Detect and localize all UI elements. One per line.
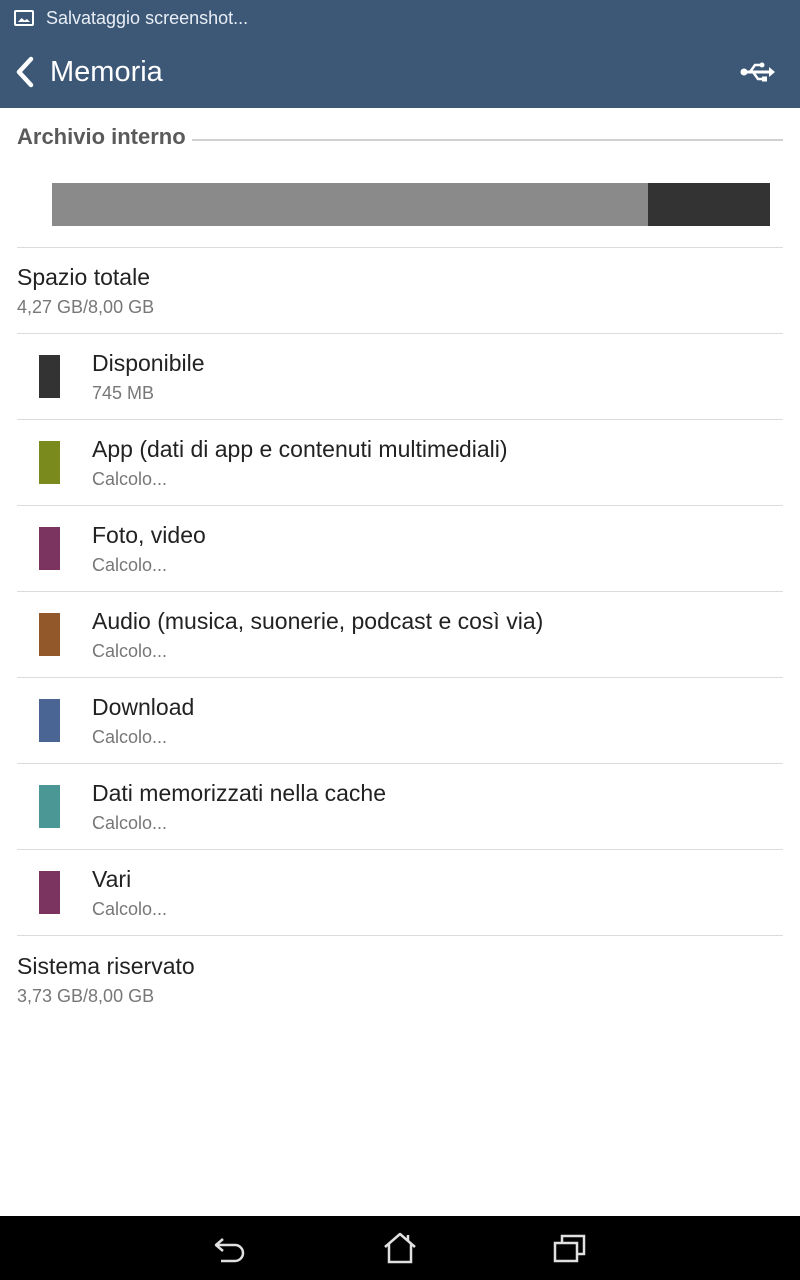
nav-back-button[interactable]: [205, 1226, 255, 1270]
color-swatch: [39, 785, 60, 828]
page-title: Memoria: [50, 55, 163, 88]
back-arrow-icon: [214, 1238, 245, 1263]
category-title: Download: [92, 694, 195, 720]
action-bar: Memoria: [0, 36, 800, 108]
category-value: Calcolo...: [92, 641, 168, 661]
category-value: Calcolo...: [92, 469, 168, 489]
category-misc[interactable]: Vari Calcolo...: [0, 850, 800, 936]
divider: [17, 935, 783, 936]
section-header: Archivio interno: [17, 122, 783, 152]
usb-icon: [740, 62, 775, 82]
storage-content: Archivio interno Spazio totale 4,27 GB/8…: [0, 108, 800, 1216]
category-value: Calcolo...: [92, 899, 168, 919]
nav-recents-button[interactable]: [545, 1226, 595, 1270]
category-title: Disponibile: [92, 350, 205, 376]
section-rule: [191, 139, 783, 141]
total-space-title: Spazio totale: [17, 264, 150, 290]
navigation-bar: [0, 1216, 800, 1280]
category-value: 745 MB: [92, 383, 155, 403]
color-swatch: [39, 527, 60, 570]
system-reserved-value: 3,73 GB/8,00 GB: [17, 986, 155, 1006]
total-space-value: 4,27 GB/8,00 GB: [17, 297, 155, 317]
category-cache[interactable]: Dati memorizzati nella cache Calcolo...: [0, 764, 800, 850]
color-swatch: [39, 441, 60, 484]
color-swatch: [39, 613, 60, 656]
category-title: Audio (musica, suonerie, podcast e così …: [92, 608, 544, 634]
color-swatch: [39, 355, 60, 398]
storage-free-segment: [647, 183, 770, 226]
category-title: App (dati di app e contenuti multimedial…: [92, 436, 508, 462]
home-icon: [384, 1232, 416, 1264]
back-button[interactable]: [0, 36, 46, 108]
storage-usage-bar: [52, 183, 770, 226]
category-value: Calcolo...: [92, 555, 168, 575]
screenshot-image-icon: [14, 10, 34, 26]
color-swatch: [39, 699, 60, 742]
category-downloads[interactable]: Download Calcolo...: [0, 678, 800, 764]
system-reserved-item[interactable]: Sistema riservato 3,73 GB/8,00 GB: [17, 953, 783, 1007]
category-apps[interactable]: App (dati di app e contenuti multimedial…: [0, 420, 800, 506]
category-title: Dati memorizzati nella cache: [92, 780, 387, 806]
notification-text: Salvataggio screenshot...: [46, 7, 249, 28]
nav-home-button[interactable]: [375, 1226, 425, 1270]
category-value: Calcolo...: [92, 727, 168, 747]
chevron-left-icon: [16, 56, 34, 88]
category-value: Calcolo...: [92, 813, 168, 833]
divider: [17, 247, 783, 248]
system-reserved-title: Sistema riservato: [17, 953, 195, 979]
usb-button[interactable]: [738, 54, 778, 90]
status-bar: Salvataggio screenshot...: [0, 0, 800, 36]
recent-apps-icon: [553, 1234, 586, 1263]
category-audio[interactable]: Audio (musica, suonerie, podcast e così …: [0, 592, 800, 678]
category-photos-videos[interactable]: Foto, video Calcolo...: [0, 506, 800, 592]
category-available[interactable]: Disponibile 745 MB: [0, 334, 800, 420]
category-title: Vari: [92, 866, 132, 892]
category-title: Foto, video: [92, 522, 206, 548]
section-title: Archivio interno: [17, 124, 186, 149]
color-swatch: [39, 871, 60, 914]
total-space-item[interactable]: Spazio totale 4,27 GB/8,00 GB: [17, 264, 783, 318]
